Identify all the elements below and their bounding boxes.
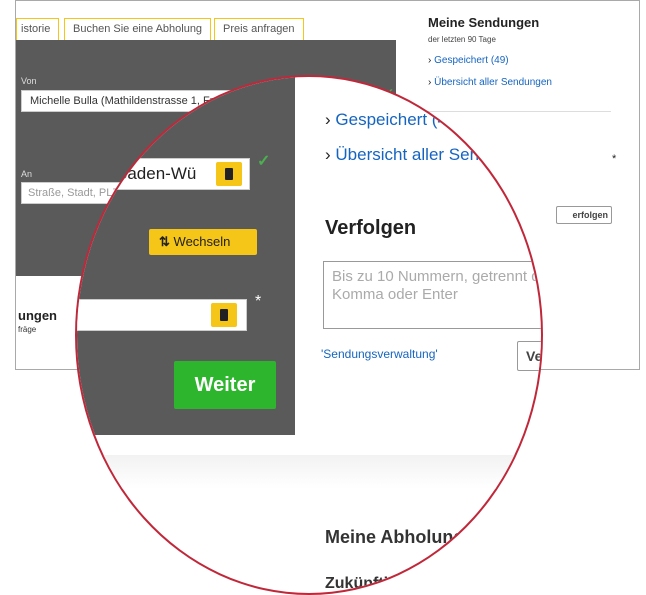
zukuenftige-heading: Zukünftige xyxy=(325,575,407,592)
link-gespeichert[interactable]: › Gespeichert (49) xyxy=(428,55,509,66)
verfolgen-title: Verfolgen xyxy=(325,217,417,239)
zoom-link-uebersicht-label[interactable]: Übersicht aller Sendung xyxy=(335,145,516,164)
zoom-chevron-right-icon: › xyxy=(325,145,331,164)
tab-preis[interactable]: Preis anfragen xyxy=(214,18,304,40)
sendungsverwaltung-link[interactable]: 'Sendungsverwaltung' xyxy=(321,347,438,361)
sidebar-title: Meine Sendungen xyxy=(428,15,540,30)
link-uebersicht[interactable]: › Übersicht aller Sendungen xyxy=(428,77,552,88)
zoom-required-star: * xyxy=(255,293,262,310)
zoom-magnifier: Baden-Wü ✓ ⇅ Wechseln * Weiter › Gespeic… xyxy=(75,75,543,595)
zoom-divider-band xyxy=(77,455,541,489)
section-subtitle: fräge xyxy=(18,325,37,334)
link-uebersicht-label[interactable]: Übersicht aller Sendungen xyxy=(434,77,552,88)
zoom-link-gespeichert-label[interactable]: Gespeichert (49) xyxy=(335,110,462,129)
zoom-link-gespeichert[interactable]: › Gespeichert (49) xyxy=(325,110,462,130)
an-label: An xyxy=(21,169,33,179)
zoom-an-check-icon: ✓ xyxy=(257,153,271,170)
chevron-right-icon: › xyxy=(428,77,432,88)
zoom-form-panel: Baden-Wü ✓ ⇅ Wechseln * Weiter xyxy=(77,77,295,435)
tab-historie[interactable]: istorie xyxy=(16,18,60,40)
verfolgen-button[interactable]: Verfolgen xyxy=(517,341,541,371)
zoom-chevron-right-icon: › xyxy=(325,110,331,129)
zoom-link-uebersicht[interactable]: › Übersicht aller Sendung xyxy=(325,145,517,165)
wechseln-label: Wechseln xyxy=(173,234,231,249)
sendungsverwaltung-label[interactable]: 'Sendungsverwaltung' xyxy=(321,347,438,361)
zoom-contact-book-icon[interactable] xyxy=(216,162,242,186)
sidebar-subtitle: der letzten 90 Tage xyxy=(428,35,496,44)
tab-abholung[interactable]: Buchen Sie eine Abholung xyxy=(64,18,212,40)
verfolgen-small-button[interactable]: erfolgen xyxy=(556,206,612,224)
chevron-right-icon: › xyxy=(428,55,432,66)
von-label: Von xyxy=(21,76,37,86)
wechseln-button[interactable]: ⇅ Wechseln xyxy=(149,229,257,255)
zoom-section-contact-icon[interactable] xyxy=(211,303,237,327)
section-title: ungen xyxy=(18,308,57,323)
weiter-button[interactable]: Weiter xyxy=(174,361,276,409)
swap-arrows-icon: ⇅ xyxy=(159,234,170,249)
abholungen-title: Meine Abholungen xyxy=(325,527,486,547)
link-gespeichert-label[interactable]: Gespeichert (49) xyxy=(434,55,508,66)
required-star: * xyxy=(612,153,617,165)
tracking-number-input[interactable]: Bis zu 10 Nummern, getrennt durch Komma … xyxy=(323,261,541,329)
